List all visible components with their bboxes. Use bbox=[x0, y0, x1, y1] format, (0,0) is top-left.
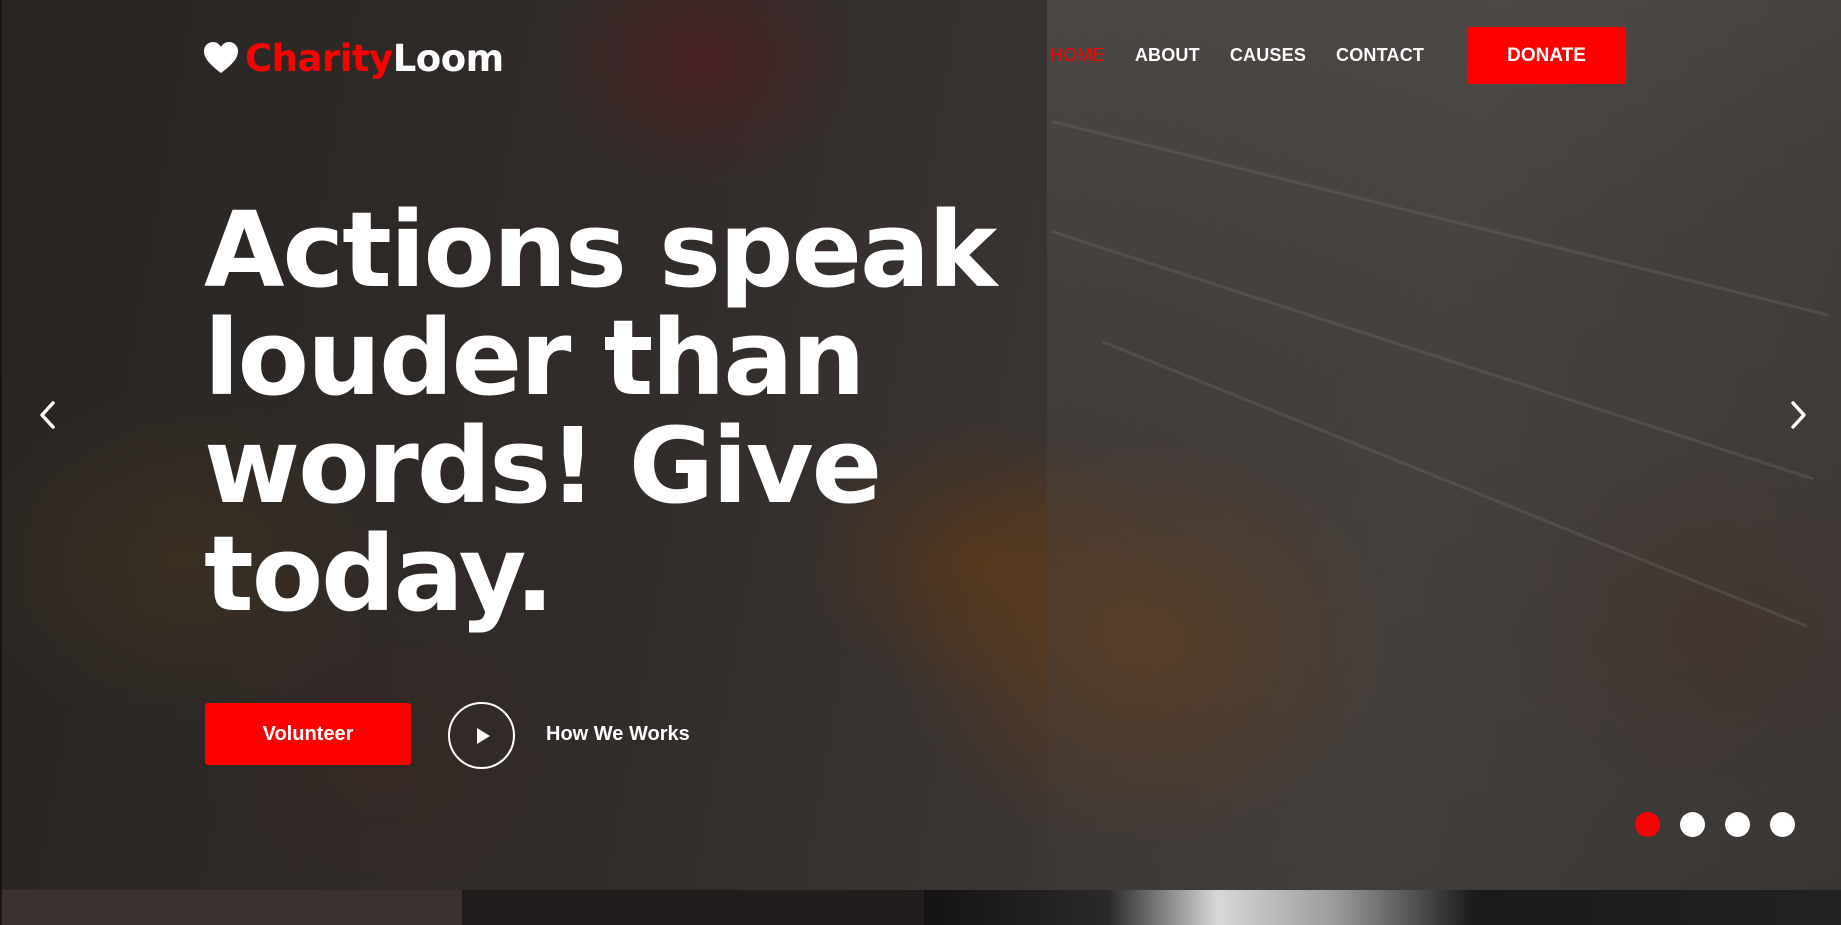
play-video-button[interactable] bbox=[448, 702, 515, 769]
main-nav: HOME ABOUT CAUSES CONTACT bbox=[1050, 45, 1454, 66]
brand-name-part1: Charity bbox=[245, 36, 393, 80]
chevron-left-icon bbox=[40, 401, 55, 429]
nav-home[interactable]: HOME bbox=[1050, 45, 1105, 66]
how-we-works-link[interactable]: How We Works bbox=[546, 723, 690, 746]
nav-causes[interactable]: CAUSES bbox=[1230, 45, 1306, 66]
heart-icon bbox=[204, 42, 238, 73]
nav-contact[interactable]: CONTACT bbox=[1336, 45, 1424, 66]
next-section-panel-1 bbox=[2, 890, 462, 925]
chevron-right-icon bbox=[1791, 401, 1806, 429]
slider-pagination bbox=[1635, 812, 1795, 837]
slider-dot-1[interactable] bbox=[1635, 812, 1660, 837]
slider-dot-4[interactable] bbox=[1770, 812, 1795, 837]
brand-name-part2: Loom bbox=[392, 36, 504, 80]
play-icon bbox=[476, 727, 490, 744]
slider-prev-button[interactable] bbox=[33, 397, 63, 433]
slider-dot-2[interactable] bbox=[1680, 812, 1705, 837]
next-section-image bbox=[924, 890, 1841, 925]
nav-about[interactable]: ABOUT bbox=[1135, 45, 1200, 66]
slider-dot-3[interactable] bbox=[1725, 812, 1750, 837]
volunteer-button[interactable]: Volunteer bbox=[205, 703, 411, 765]
hero-headline: Actions speak louder than words! Give to… bbox=[204, 189, 997, 635]
next-section-panel-2 bbox=[462, 890, 924, 925]
slider-next-button[interactable] bbox=[1783, 397, 1813, 433]
brand-logo[interactable]: Charity Loom bbox=[203, 34, 504, 82]
donate-button[interactable]: DONATE bbox=[1467, 27, 1626, 84]
